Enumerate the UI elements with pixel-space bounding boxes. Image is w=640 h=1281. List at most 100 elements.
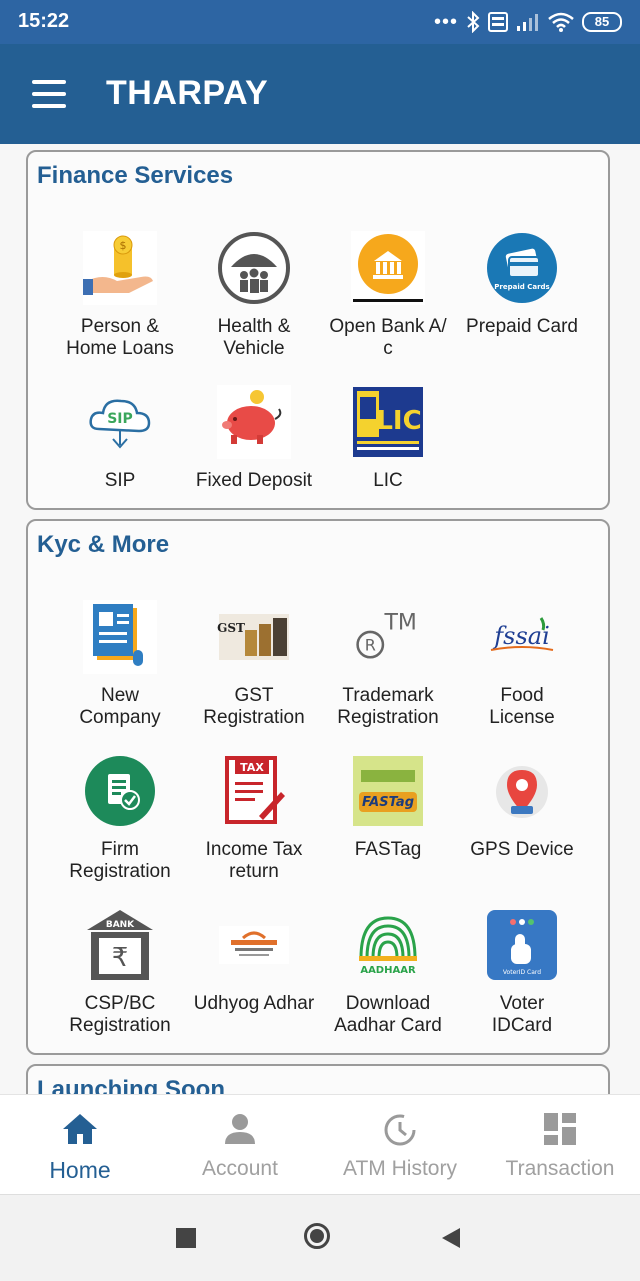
wifi-icon <box>548 12 574 32</box>
tile-lic[interactable]: LIC LIC <box>318 384 458 492</box>
tile-udhyog-adhar[interactable]: Udhyog Adhar <box>184 907 324 1015</box>
tile-label: GPS Device <box>470 839 574 860</box>
tile-firm-registration[interactable]: Firm Registration <box>50 753 190 883</box>
tile-health-vehicle[interactable]: Health & Vehicle <box>184 230 324 360</box>
recent-apps-square-icon[interactable] <box>176 1228 196 1248</box>
tile-label: Open Bank A/c <box>329 316 447 359</box>
tile-label: Trademark Registration <box>337 685 439 728</box>
tile-income-tax-return[interactable]: TAX Income Tax return <box>184 753 324 883</box>
system-navigation-bar <box>0 1194 640 1281</box>
piggy-bank-icon <box>216 384 292 460</box>
home-icon <box>0 1109 160 1149</box>
notification-dots: ••• <box>433 11 458 33</box>
person-icon <box>160 1109 320 1149</box>
trademark-icon: R TM <box>350 599 426 675</box>
tile-food-license[interactable]: fssai Food License <box>452 599 592 729</box>
app-bar: THARPAY <box>0 44 640 144</box>
tile-label: Food License <box>489 685 555 728</box>
tile-gst-registration[interactable]: GST GST Registration <box>184 599 324 729</box>
back-triangle-icon[interactable] <box>440 1226 462 1250</box>
svg-text:BANK: BANK <box>106 920 135 930</box>
volte-icon <box>488 12 508 32</box>
tile-label: Udhyog Adhar <box>193 993 315 1014</box>
svg-text:LIC: LIC <box>376 406 421 436</box>
svg-text:TM: TM <box>384 610 417 635</box>
svg-text:GST: GST <box>217 621 245 635</box>
svg-text:SIP: SIP <box>107 411 133 427</box>
tile-gps-device[interactable]: GPS Device <box>452 753 592 861</box>
tile-label: FASTag <box>354 839 422 860</box>
main-content[interactable]: Finance Services $ Person & Home Loans H… <box>0 144 640 1094</box>
svg-text:TAX: TAX <box>240 761 264 774</box>
status-time: 15:22 <box>18 10 70 32</box>
tile-fixed-deposit[interactable]: Fixed Deposit <box>184 384 324 492</box>
battery-icon: 85 <box>582 12 622 32</box>
tile-label: New Company <box>79 685 161 728</box>
signal-icon <box>517 14 538 31</box>
tile-label: CSP/BC Registration <box>69 993 171 1036</box>
tile-download-aadhar-card[interactable]: AADHAAR Download Aadhar Card <box>318 907 458 1037</box>
section-title: Kyc & More <box>37 531 170 558</box>
tile-label: Download Aadhar Card <box>334 993 442 1036</box>
prepaid-card-icon: Prepaid Cards <box>484 230 560 306</box>
bottom-navigation: Home Account ATM History Transaction <box>0 1094 640 1195</box>
tile-prepaid-card[interactable]: Prepaid Cards Prepaid Card <box>452 230 592 338</box>
tile-label: Voter IDCard <box>491 993 553 1036</box>
hamburger-menu-icon[interactable] <box>32 80 68 108</box>
section-title: Launching Soon <box>37 1076 225 1094</box>
svg-text:₹: ₹ <box>112 943 129 973</box>
tile-label: Health & Vehicle <box>217 316 291 359</box>
launching-soon-card: Launching Soon <box>26 1064 610 1094</box>
svg-text:FASTag: FASTag <box>362 795 414 810</box>
status-icons: ••• 85 <box>434 10 622 34</box>
nav-label: ATM History <box>343 1157 457 1180</box>
umbrella-family-icon <box>216 230 292 306</box>
company-document-icon <box>82 599 158 675</box>
tile-trademark-registration[interactable]: R TM Trademark Registration <box>318 599 458 729</box>
gps-pin-icon <box>484 753 560 829</box>
tile-sip[interactable]: SIP SIP <box>50 384 190 492</box>
tile-label: Fixed Deposit <box>195 470 313 491</box>
voter-id-card-icon: VoterID Card <box>484 907 560 983</box>
tile-label: Prepaid Card <box>466 316 578 337</box>
sip-cloud-icon: SIP <box>82 384 158 460</box>
tax-form-icon: TAX <box>216 753 292 829</box>
fastag-icon: FASTag <box>350 753 426 829</box>
tile-voter-id-card[interactable]: VoterID Card Voter IDCard <box>452 907 592 1037</box>
tile-person-home-loans[interactable]: $ Person & Home Loans <box>50 230 190 360</box>
tile-label: Income Tax return <box>205 839 303 882</box>
hand-coins-icon: $ <box>82 230 158 306</box>
nav-atm-history[interactable]: ATM History <box>320 1095 480 1195</box>
bank-rupee-icon: BANK ₹ <box>82 907 158 983</box>
nav-transaction[interactable]: Transaction <box>480 1095 640 1195</box>
finance-services-card: Finance Services $ Person & Home Loans H… <box>26 150 610 510</box>
nav-label: Home <box>49 1157 111 1183</box>
tile-csp-bc-registration[interactable]: BANK ₹ CSP/BC Registration <box>50 907 190 1037</box>
nav-home[interactable]: Home <box>0 1095 160 1195</box>
app-title: THARPAY <box>106 74 269 112</box>
bank-building-icon <box>350 230 426 306</box>
tile-label: SIP <box>104 470 136 491</box>
tile-label: LIC <box>373 470 403 491</box>
aadhaar-logo-icon: AADHAAR <box>350 907 426 983</box>
firm-document-check-icon <box>82 753 158 829</box>
tile-fastag[interactable]: FASTag FASTag <box>318 753 458 861</box>
nav-label: Transaction <box>505 1157 615 1180</box>
tile-open-bank-account[interactable]: Open Bank A/c <box>318 230 458 360</box>
tile-label: GST Registration <box>203 685 305 728</box>
svg-text:fssai: fssai <box>492 622 550 650</box>
nav-account[interactable]: Account <box>160 1095 320 1195</box>
nav-label: Account <box>202 1157 278 1180</box>
history-clock-icon <box>320 1109 480 1149</box>
tile-label: Person & Home Loans <box>66 316 174 359</box>
udhyog-aadhaar-logo-icon <box>216 907 292 983</box>
svg-text:R: R <box>365 636 376 655</box>
svg-text:VoterID Card: VoterID Card <box>503 969 541 976</box>
svg-text:Prepaid Cards: Prepaid Cards <box>494 283 549 291</box>
lic-logo-icon: LIC <box>350 384 426 460</box>
gst-coins-icon: GST <box>216 599 292 675</box>
home-circle-icon[interactable] <box>304 1223 330 1249</box>
tile-new-company[interactable]: New Company <box>50 599 190 729</box>
kyc-more-card: Kyc & More New Company GST GST Registrat… <box>26 519 610 1055</box>
status-bar: 15:22 ••• 85 <box>0 0 640 44</box>
